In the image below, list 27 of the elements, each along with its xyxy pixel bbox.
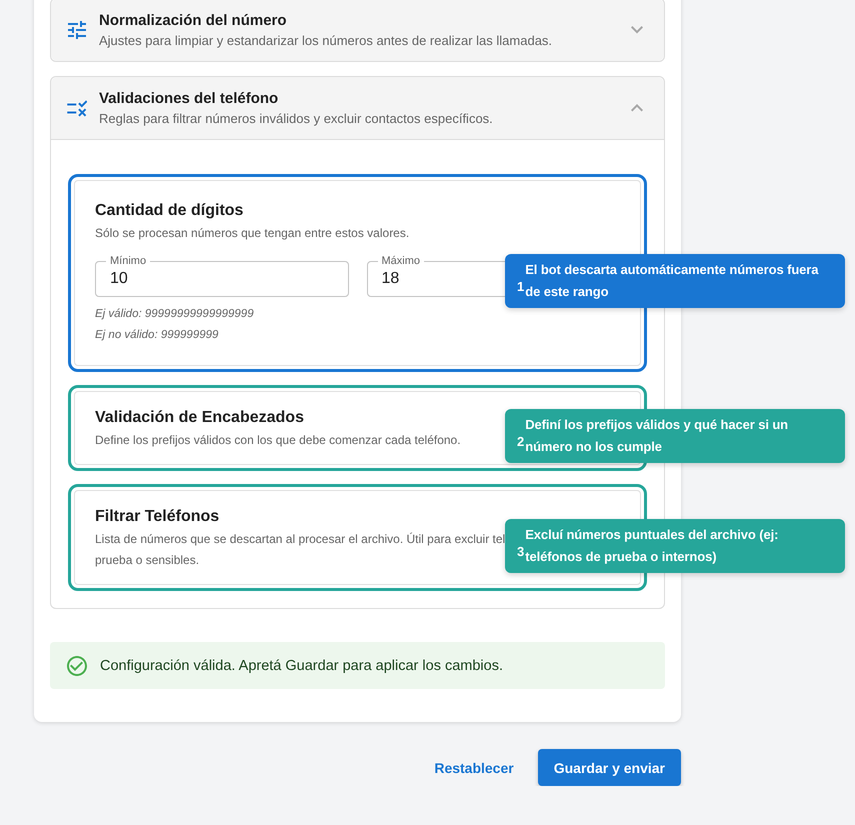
step-number: 1 (517, 279, 524, 295)
accordion-title: Validaciones del teléfono (99, 88, 278, 108)
check-cross-list-icon (67, 100, 87, 116)
section-title: Cantidad de dígitos (95, 201, 244, 221)
reset-button[interactable]: Restablecer (426, 752, 522, 784)
field-label: Mínimo (109, 255, 148, 267)
callout-text: Excluí números puntuales del archivo (ej: teléfonos de prueba o internos) (525, 526, 780, 566)
callout-text: Definí los prefijos válidos y qué hacer si un número no los cumple (525, 416, 790, 456)
accordion-header[interactable]: Normalización del número Ajustes para limpiar y estandarizar los números antes de realizar las llamadas. (51, 0, 664, 61)
section-description: Sólo se procesan números que tengan entre estos valores. (95, 225, 410, 242)
section-description: Define los prefijos válidos con los que debe comenzar cada teléfono. (95, 432, 461, 449)
save-button[interactable]: Guardar y enviar (538, 749, 681, 786)
accordion-title: Normalización del número (99, 10, 287, 30)
step-number: 2 (517, 434, 524, 450)
alert-message: Configuración válida. Apretá Guardar para aplicar los cambios. (100, 658, 503, 674)
example-hint: Ej válido: 99999999999999999 (95, 307, 254, 322)
number-field[interactable]: Mínimo 10 (95, 255, 348, 297)
accordion-header[interactable]: Validaciones del teléfono Reglas para filtrar números inválidos y excluir contactos específicos. (51, 77, 664, 140)
section-description: Lista de números que se descartan al procesar el archivo. Útil para excluir tel prueba o sensibles. (95, 531, 506, 569)
sliders-icon (68, 21, 86, 39)
example-hint: Ej no válido: 999999999 (95, 328, 218, 343)
section-title: Filtrar Teléfonos (95, 507, 220, 527)
field-label: Máximo (380, 255, 422, 267)
accordion-subtitle: Reglas para filtrar números inválidos y excluir contactos específicos. (99, 110, 493, 128)
step-number: 3 (517, 544, 524, 560)
accordion-subtitle: Ajustes para limpiar y estandarizar los números antes de realizar las llamadas. (99, 32, 552, 50)
section-title: Validación de Encabezados (95, 408, 304, 428)
